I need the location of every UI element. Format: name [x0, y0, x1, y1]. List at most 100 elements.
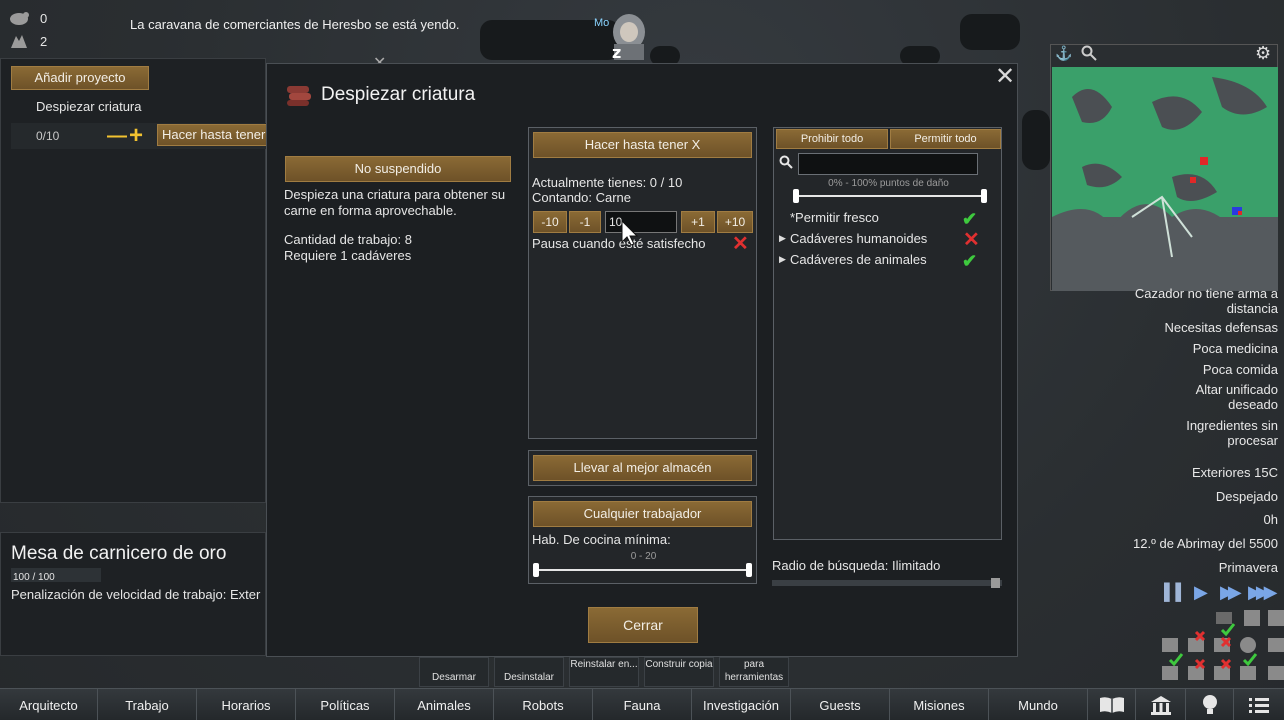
pause-toggle-cross-icon[interactable]: ✕ — [732, 234, 749, 254]
gizmo-label: Desinstalar — [503, 672, 555, 683]
bill-config-dialog: ✕ Despiezar criatura No suspendido Despi… — [266, 63, 1018, 657]
tab-wildlife[interactable]: Fauna — [593, 689, 692, 720]
repeat-mode-button[interactable]: Hacer hasta tener X — [533, 132, 752, 158]
search-radius-slider[interactable] — [772, 580, 1002, 586]
filter-search-input[interactable] — [798, 153, 978, 175]
cross-icon[interactable]: ✕ — [963, 230, 980, 250]
tab-research[interactable]: Investigación — [692, 689, 791, 720]
bill-mode-button[interactable]: Hacer hasta tener — [157, 124, 277, 146]
minus-10-button[interactable]: -10 — [533, 211, 567, 233]
resource-counter-2[interactable]: 2 — [8, 33, 47, 49]
uninstall-gizmo[interactable]: Desinstalar — [494, 657, 564, 687]
allow-all-button[interactable]: Permitir todo — [890, 129, 1001, 149]
search-radius-label: Radio de búsqueda: Ilimitado — [772, 558, 941, 573]
alert-low-medicine[interactable]: Poca medicina — [1193, 341, 1278, 356]
tab-schedule[interactable]: Horarios — [197, 689, 296, 720]
history-book-icon[interactable] — [1088, 689, 1136, 720]
target-stepper: -10 -1 10 +1 +10 — [533, 211, 753, 233]
tab-work[interactable]: Trabajo — [98, 689, 197, 720]
factions-icon[interactable] — [1136, 689, 1186, 720]
minus-1-button[interactable]: -1 — [569, 211, 601, 233]
bill-description: Despieza una criatura para obtener su ca… — [284, 187, 506, 218]
hp-max-handle[interactable] — [981, 189, 987, 203]
ideas-lightbulb-icon[interactable] — [1186, 689, 1234, 720]
pause-button[interactable]: ▌▌ — [1164, 584, 1187, 602]
close-dialog-icon[interactable]: ✕ — [995, 62, 1015, 91]
check-icon[interactable]: ✔ — [962, 252, 977, 270]
alert-altar-desired[interactable]: Altar unificado deseado — [1158, 382, 1278, 412]
build-copy-gizmo[interactable]: Construir copia — [644, 657, 714, 687]
letter-message[interactable]: La caravana de comerciantes de Heresbo s… — [130, 17, 460, 32]
colonist-pawn[interactable]: z — [608, 10, 650, 62]
work-amount: Cantidad de trabajo: 8 — [284, 232, 412, 247]
tools-gizmo[interactable]: para herramientas — [719, 657, 789, 687]
hp-range-label: 0% - 100% puntos de daño — [828, 178, 949, 189]
ingredient-filter-box: Prohibir todo Permitir todo 0% - 100% pu… — [773, 127, 1002, 540]
skill-max-handle[interactable] — [746, 563, 752, 577]
meat-icon — [285, 82, 313, 111]
bills-panel: ✕ Añadir proyecto Despiezar criatura 0/1… — [0, 55, 386, 503]
alert-need-defenses[interactable]: Necesitas defensas — [1165, 320, 1278, 335]
temperature-readout: Exteriores 15C — [1192, 465, 1278, 480]
resource-counter-1[interactable]: 0 — [8, 10, 47, 26]
mech-icon — [8, 33, 30, 49]
mouse-cursor-icon — [621, 219, 639, 249]
tab-architect[interactable]: Arquitecto — [0, 689, 98, 720]
worker-restriction-button[interactable]: Cualquier trabajador — [533, 501, 752, 527]
plus-1-button[interactable]: +1 — [681, 211, 715, 233]
skill-min-handle[interactable] — [533, 563, 539, 577]
add-bill-button[interactable]: Añadir proyecto — [11, 66, 149, 90]
worker-box: Cualquier trabajador Hab. De cocina míni… — [528, 496, 757, 584]
main-tab-bar: Arquitecto Trabajo Horarios Políticas An… — [0, 688, 1284, 720]
bill-row[interactable]: 0/10 — + Hacer hasta tener — [11, 122, 277, 150]
search-icon[interactable] — [1081, 45, 1097, 64]
hp-min-handle[interactable] — [793, 189, 799, 203]
expand-arrow-icon[interactable]: ▶ — [779, 254, 786, 265]
menu-icon[interactable] — [1234, 689, 1283, 720]
expand-arrow-icon[interactable]: ▶ — [779, 233, 786, 244]
bill-count: 0/10 — [36, 129, 60, 143]
alert-low-food[interactable]: Poca comida — [1203, 362, 1278, 377]
reinstall-gizmo[interactable]: Reinstalar en... — [569, 657, 639, 687]
play-settings-toggles[interactable] — [1156, 608, 1284, 686]
decrement-icon[interactable]: — — [107, 125, 127, 148]
plus-10-button[interactable]: +10 — [717, 211, 753, 233]
filter-item-humanlike[interactable]: ▶ Cadáveres humanoides ✕ — [774, 229, 1003, 250]
store-mode-button[interactable]: Llevar al mejor almacén — [533, 455, 752, 481]
alert-raw-ingredients[interactable]: Ingredientes sin procesar — [1168, 418, 1278, 448]
tab-animals[interactable]: Animales — [395, 689, 494, 720]
tab-policies[interactable]: Políticas — [296, 689, 395, 720]
forbid-all-button[interactable]: Prohibir todo — [776, 129, 888, 149]
season-readout: Primavera — [1218, 560, 1278, 575]
hp-range-slider[interactable] — [796, 195, 986, 197]
speed-3-button[interactable]: ▶▶▶ — [1248, 582, 1277, 603]
repeat-settings-box: Hacer hasta tener X Actualmente tienes: … — [528, 127, 757, 439]
minimap[interactable]: ⚓ ⚙ — [1050, 43, 1278, 291]
anchor-icon[interactable]: ⚓ — [1055, 45, 1072, 62]
target-count-input[interactable]: 10 — [605, 211, 677, 233]
tab-quests[interactable]: Misiones — [890, 689, 989, 720]
bill-name: Despiezar criatura — [36, 99, 142, 114]
suspend-button[interactable]: No suspendido — [285, 156, 511, 182]
close-button[interactable]: Cerrar — [588, 607, 698, 643]
skill-range-slider[interactable] — [535, 569, 751, 571]
currently-have: Actualmente tienes: 0 / 10 — [532, 175, 683, 190]
dialog-title: Despiezar criatura — [321, 84, 476, 105]
filter-item-animals[interactable]: ▶ Cadáveres de animales ✔ — [774, 250, 1003, 270]
increment-icon[interactable]: + — [129, 122, 143, 150]
svg-text:z: z — [612, 43, 621, 60]
alert-hunter-no-ranged[interactable]: Cazador no tiene arma a distancia — [1118, 286, 1278, 316]
tab-robots[interactable]: Robots — [494, 689, 593, 720]
speed-1-button[interactable]: ▶ — [1194, 582, 1208, 603]
check-icon[interactable]: ✔ — [962, 210, 977, 228]
deconstruct-gizmo[interactable]: Desarmar — [419, 657, 489, 687]
speed-2-button[interactable]: ▶▶ — [1220, 582, 1242, 603]
gear-icon[interactable]: ⚙ — [1255, 43, 1271, 64]
gizmo-label: Construir copia — [645, 659, 713, 670]
filter-item-fresh[interactable]: *Permitir fresco ✔ — [774, 208, 1003, 228]
filter-label: Cadáveres humanoides — [790, 231, 928, 246]
search-radius-handle[interactable] — [991, 578, 1000, 588]
hp-value: 100 / 100 — [13, 572, 55, 583]
tab-world[interactable]: Mundo — [989, 689, 1088, 720]
tab-guests[interactable]: Guests — [791, 689, 890, 720]
